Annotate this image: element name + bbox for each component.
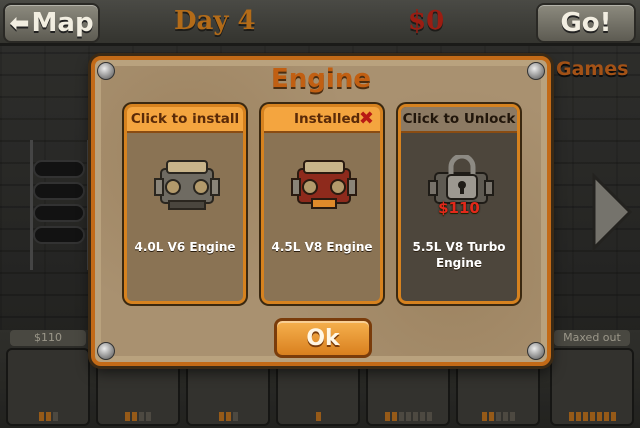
card-engine-name: 4.5L V8 Engine [271, 240, 373, 254]
card-header-label: Installed [294, 111, 361, 127]
engine-card-v8-turbo[interactable]: Click to Unlock $110 5.5L V8 Turbo Engin… [398, 104, 520, 304]
go-button-label: Go! [560, 8, 612, 38]
engine-upgrade-modal: Engine Click to install 4.0L V6 Engine I… [91, 56, 551, 366]
engine-icon [291, 160, 357, 209]
card-engine-name: 5.5L V8 Turbo Engine [412, 240, 506, 270]
uninstall-x-icon[interactable]: ✖ [359, 110, 374, 128]
engine-icon [154, 160, 220, 210]
card-header: Click to install [127, 107, 243, 133]
day-counter: Day 4 [174, 6, 256, 36]
rivet-icon [97, 342, 115, 360]
go-button[interactable]: Go! [536, 3, 636, 43]
money-display: $0 [408, 6, 445, 36]
modal-title: Engine [271, 64, 371, 94]
top-bar: ⬅ Map Day 4 $0 Go! [0, 0, 640, 46]
rivet-icon [527, 342, 545, 360]
map-button[interactable]: ⬅ Map [3, 3, 100, 43]
engine-card-v8[interactable]: Installed ✖ 4.5L V8 Engine [261, 104, 383, 304]
card-header: Click to Unlock [401, 107, 517, 133]
engine-card-v6[interactable]: Click to install 4.0L V6 Engine [124, 104, 246, 304]
ok-button-label: Ok [306, 325, 340, 351]
arrow-left-icon: ⬅ [9, 9, 30, 37]
unlock-price: $110 [438, 199, 480, 217]
card-engine-name: 4.0L V6 Engine [134, 240, 236, 254]
ok-button[interactable]: Ok [274, 318, 372, 358]
map-button-label: Map [31, 8, 94, 38]
